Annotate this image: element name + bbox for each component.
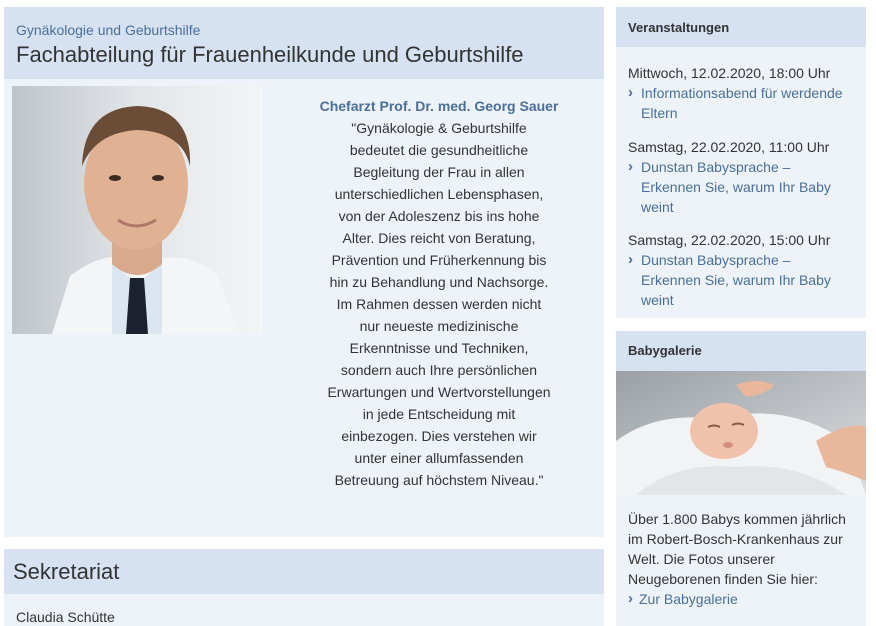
event-link-line: weint: [641, 199, 674, 215]
chevron-right-icon: ›: [628, 590, 633, 607]
babygalerie-text: Über 1.800 Babys kommen jährlich im Robe…: [616, 495, 866, 609]
event-date: Samstag, 22.02.2020, 15:00 Uhr: [628, 232, 831, 248]
events-title: Veranstaltungen: [616, 7, 866, 47]
sekretariat-panel: Sekretariat Claudia Schütte: [4, 549, 604, 626]
quote-line: Alter. Dies reicht von Beratung,: [342, 230, 536, 246]
babygalerie-link[interactable]: › Zur Babygalerie: [628, 589, 738, 609]
quote-line: Erkenntnisse und Techniken,: [349, 340, 529, 356]
department-header: Gynäkologie und Geburtshilfe Fachabteilu…: [4, 7, 604, 79]
chevron-right-icon: ›: [628, 158, 633, 175]
event-item: Mittwoch, 12.02.2020, 18:00 Uhr › Inform…: [616, 63, 866, 123]
quote-line: nur neueste medizinische: [359, 318, 519, 334]
events-panel: Veranstaltungen Mittwoch, 12.02.2020, 18…: [616, 7, 866, 318]
event-link-line: Informationsabend für werdende: [641, 85, 843, 101]
event-link[interactable]: › Dunstan Babysprache – Erkennen Sie, wa…: [628, 157, 854, 217]
quote-line: in jede Entscheidung mit: [362, 406, 516, 422]
quote-line: Erwartungen und Wertvorstellungen: [327, 384, 551, 400]
event-link[interactable]: › Informationsabend für werdende Eltern: [628, 83, 854, 123]
quote-line: einbezogen. Dies verstehen wir: [341, 428, 537, 444]
event-link-line: weint: [641, 292, 674, 308]
quote-line: unterschiedlichen Lebensphasen,: [334, 186, 544, 202]
event-link-line: Erkennen Sie, warum Ihr Baby: [641, 179, 831, 195]
quote-line: von der Adoleszenz bis ins hohe: [338, 208, 540, 224]
event-date: Samstag, 22.02.2020, 11:00 Uhr: [628, 139, 830, 155]
chevron-right-icon: ›: [628, 84, 633, 101]
page-title: Fachabteilung für Frauenheilkunde und Ge…: [16, 42, 524, 67]
quote-line: Prävention und Früherkennung bis: [331, 252, 547, 268]
event-link-line: Eltern: [641, 105, 678, 121]
quote-line: Betreuung auf höchstem Niveau.": [334, 472, 544, 488]
sekretariat-person: Claudia Schütte: [16, 609, 115, 625]
quote-line: hin zu Behandlung und Nachsorge.: [329, 274, 549, 290]
quote-line: Im Rahmen dessen werden nicht: [336, 296, 542, 312]
quote-line: sondern auch Ihre persönlichen: [340, 362, 538, 378]
babygalerie-text-line: im Robert-Bosch-Krankenhaus zur: [628, 531, 843, 547]
babygalerie-panel: Babygalerie Über 1.800 Babys kommen jähr…: [616, 331, 866, 626]
quote-line: Begleitung der Frau in allen: [353, 164, 525, 180]
quote-line: bedeutet die gesundheitliche: [349, 142, 529, 158]
event-link-line: Dunstan Babysprache –: [641, 159, 791, 175]
event-item: Samstag, 22.02.2020, 11:00 Uhr › Dunstan…: [616, 137, 866, 217]
event-link-line: Erkennen Sie, warum Ihr Baby: [641, 272, 831, 288]
babygalerie-text-line: Über 1.800 Babys kommen jährlich: [628, 511, 846, 527]
chief-physician-quote: Chefarzt Prof. Dr. med. Georg Sauer "Gyn…: [282, 96, 596, 491]
department-subtitle: Gynäkologie und Geburtshilfe: [16, 22, 201, 38]
newborn-photo[interactable]: [616, 371, 866, 495]
babygalerie-title: Babygalerie: [616, 331, 866, 371]
babygalerie-text-line: Welt. Die Fotos unserer: [628, 551, 775, 567]
event-link[interactable]: › Dunstan Babysprache – Erkennen Sie, wa…: [628, 250, 854, 310]
sekretariat-header: Sekretariat: [4, 549, 604, 594]
chief-physician-portrait: [12, 86, 262, 334]
event-item: Samstag, 22.02.2020, 15:00 Uhr › Dunstan…: [616, 230, 866, 310]
chevron-right-icon: ›: [628, 251, 633, 268]
babygalerie-text-line: Neugeborenen finden Sie hier:: [628, 571, 818, 587]
event-link-line: Dunstan Babysprache –: [641, 252, 791, 268]
event-date: Mittwoch, 12.02.2020, 18:00 Uhr: [628, 65, 831, 81]
quote-text: "Gynäkologie & Geburtshilfe bedeutet die…: [282, 117, 596, 491]
babygalerie-link-label: Zur Babygalerie: [639, 591, 738, 607]
quote-line: "Gynäkologie & Geburtshilfe: [351, 120, 527, 136]
quote-line: unter einer allumfassenden: [354, 450, 524, 466]
sekretariat-title: Sekretariat: [13, 559, 120, 584]
chief-physician-name: Chefarzt Prof. Dr. med. Georg Sauer: [319, 98, 559, 114]
